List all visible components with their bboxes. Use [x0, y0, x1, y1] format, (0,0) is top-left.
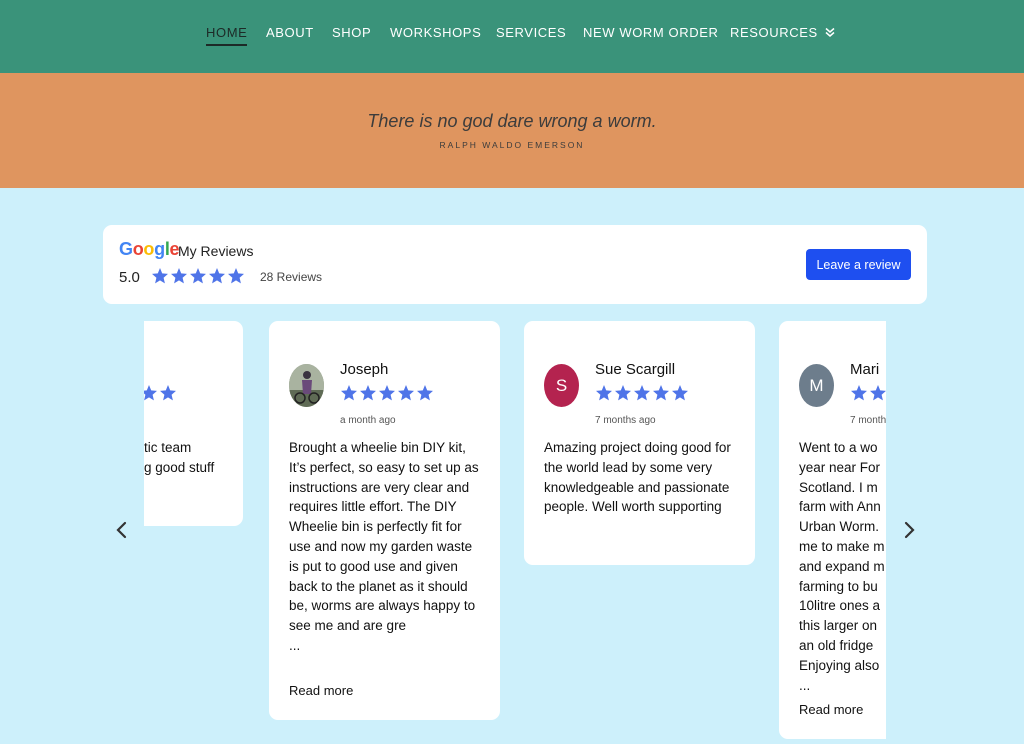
- nav-item-shop[interactable]: SHOP: [332, 25, 371, 40]
- reviews-carousel[interactable]: ago tic team g good stuff Joseph a month…: [144, 321, 886, 744]
- star-icon: [615, 385, 631, 401]
- average-rating-stars: [151, 267, 246, 285]
- star-icon: [379, 385, 395, 401]
- review-card-mari: M Mari 7 month Went to a wo year near Fo…: [779, 321, 886, 739]
- nav-item-resources[interactable]: RESOURCES: [730, 25, 835, 40]
- star-icon: [851, 385, 867, 401]
- star-icon: [634, 385, 650, 401]
- reviewer-name: Sue Scargill: [595, 361, 676, 378]
- review-text: Amazing project doing good for the world…: [544, 440, 731, 515]
- star-icon: [341, 385, 357, 401]
- read-more-link[interactable]: Read more: [799, 702, 863, 717]
- top-navigation: HOME ABOUT SHOP WORKSHOPS SERVICES NEW W…: [0, 0, 1024, 73]
- star-icon: [190, 268, 206, 284]
- star-icon: [209, 268, 225, 284]
- review-text: Brought a wheelie bin DIY kit, It’s perf…: [289, 440, 479, 653]
- review-card: ago tic team g good stuff: [144, 321, 243, 526]
- nav-item-resources-label: RESOURCES: [730, 25, 818, 40]
- quote-text: There is no god dare wrong a worm.: [367, 111, 657, 131]
- average-rating: 5.0: [119, 269, 140, 286]
- review-text: Went to a wo year near For Scotland. I m…: [799, 440, 885, 693]
- quote-banner: There is no god dare wrong a worm. RALPH…: [0, 73, 1024, 188]
- chevron-right-icon[interactable]: [899, 519, 919, 541]
- reviewer-name: Joseph: [340, 361, 389, 378]
- avatar-letter-m: M: [799, 364, 834, 407]
- read-more-link[interactable]: Read more: [289, 683, 353, 698]
- star-icon: [228, 268, 244, 284]
- leave-review-button[interactable]: Leave a review: [806, 249, 911, 280]
- photo-avatar-icon: [289, 364, 324, 407]
- nav-item-services[interactable]: SERVICES: [496, 25, 566, 40]
- google-logo: Google: [119, 239, 180, 259]
- reviews-title: My Reviews: [178, 243, 254, 259]
- double-chevron-down-icon: [825, 27, 835, 38]
- review-stars: [340, 384, 435, 402]
- star-icon: [171, 268, 187, 284]
- review-date: 7 months ago: [595, 415, 656, 426]
- review-card-joseph: Joseph a month ago Brought a wheelie bin…: [269, 321, 500, 720]
- star-icon: [870, 385, 886, 401]
- star-icon: [596, 385, 612, 401]
- star-icon: [152, 268, 168, 284]
- avatar-letter-s: S: [544, 364, 579, 407]
- review-date: a month ago: [340, 415, 396, 426]
- reviewer-name: Mari: [850, 361, 880, 378]
- review-stars: [850, 384, 886, 402]
- star-icon: [653, 385, 669, 401]
- review-stars: [595, 384, 690, 402]
- reviews-summary-card: Google My Reviews 5.0 28 Reviews Leave a…: [103, 225, 927, 304]
- star-icon: [160, 385, 176, 401]
- star-icon: [144, 385, 157, 401]
- quote-author: RALPH WALDO EMERSON: [439, 140, 585, 150]
- star-icon: [398, 385, 414, 401]
- review-card-sue-scargill: S Sue Scargill 7 months ago Amazing proj…: [524, 321, 755, 565]
- nav-item-about[interactable]: ABOUT: [266, 25, 314, 40]
- review-stars: [144, 384, 178, 402]
- nav-item-home[interactable]: HOME: [206, 25, 248, 46]
- nav-item-workshops[interactable]: WORKSHOPS: [390, 25, 481, 40]
- star-icon: [417, 385, 433, 401]
- review-count: 28 Reviews: [260, 270, 323, 284]
- chevron-left-icon[interactable]: [112, 519, 132, 541]
- star-icon: [672, 385, 688, 401]
- star-icon: [360, 385, 376, 401]
- review-date: 7 month: [850, 415, 886, 426]
- nav-item-new-worm-order[interactable]: NEW WORM ORDER: [583, 25, 719, 40]
